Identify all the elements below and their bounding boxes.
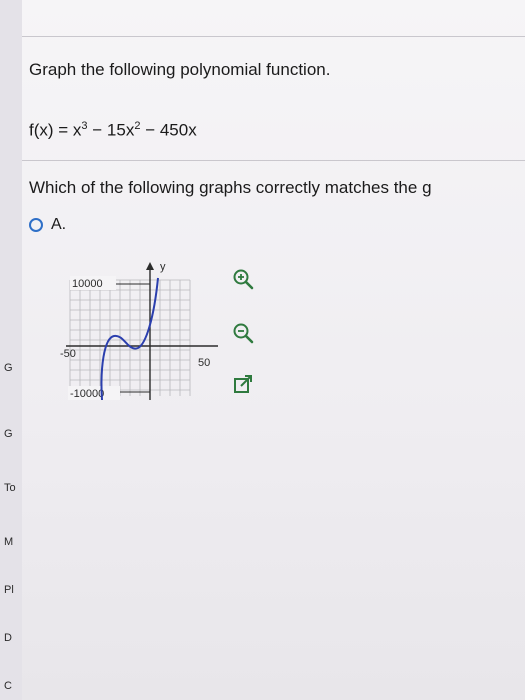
sidebar-item-6[interactable]: D [4, 632, 12, 644]
y-tick-top: 10000 [72, 278, 103, 290]
sidebar-item-3[interactable]: To [4, 482, 16, 494]
sidebar-item-7[interactable]: C [4, 680, 12, 692]
zoom-in-button[interactable] [230, 266, 256, 292]
external-link-icon [234, 375, 252, 393]
sidebar-item-5[interactable]: Pl [4, 584, 14, 596]
option-a-label: A. [51, 216, 67, 233]
top-divider [22, 36, 525, 37]
left-sidebar: G G To M Pl D C [0, 0, 23, 700]
zoom-out-icon [233, 323, 254, 344]
function-suffix: − 450x [140, 120, 197, 140]
question-panel: Graph the following polynomial function.… [22, 0, 525, 700]
option-a-graph: y x 10000 -50 50 -10000 [60, 261, 218, 401]
question-prompt: Which of the following graphs correctly … [29, 178, 432, 197]
y-axis-label: y [160, 261, 166, 273]
open-new-window-button[interactable] [230, 372, 256, 398]
sidebar-item-1[interactable]: G [4, 362, 13, 374]
question-instruction: Graph the following polynomial function. [29, 60, 331, 79]
sidebar-item-2[interactable]: G [4, 428, 13, 440]
graph-grid [69, 279, 191, 396]
function-mid: − 15x [87, 120, 135, 140]
polynomial-function: f(x) = x3 − 15x2 − 450x [29, 120, 197, 141]
option-a[interactable]: A. [29, 216, 66, 234]
x-tick-left: -50 [60, 348, 76, 360]
y-tick-bottom: -10000 [70, 388, 104, 400]
function-prefix: f(x) = x [29, 120, 82, 140]
middle-divider [22, 160, 525, 161]
zoom-in-icon [233, 269, 254, 290]
y-axis-arrow [146, 262, 154, 270]
zoom-out-button[interactable] [230, 320, 256, 346]
sidebar-item-4[interactable]: M [4, 536, 13, 548]
option-a-radio[interactable] [29, 218, 43, 232]
x-tick-right: 50 [198, 357, 210, 369]
